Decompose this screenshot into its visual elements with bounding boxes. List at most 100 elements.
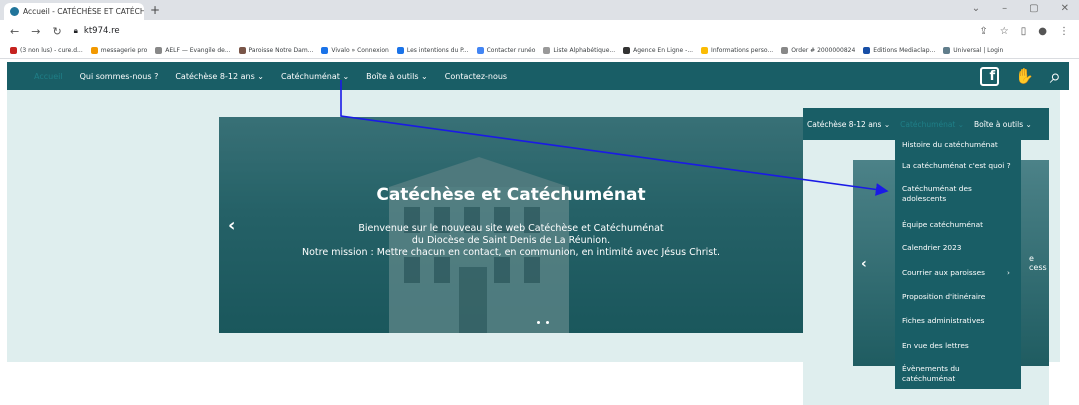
tab-title: Accueil - CATÉCHÈSE ET CATÉCH [23,7,144,16]
bookmark-item[interactable]: Contacter runéo [476,46,535,54]
forward-icon[interactable]: → [31,25,40,38]
donate-icon[interactable]: ✋ [1015,67,1034,85]
bookmark-icon [701,46,709,54]
bookmark-label: Les intentions du P... [406,46,469,54]
bookmark-icon [321,46,329,54]
dropdown-item-label: Équipe catéchuménat [902,220,984,229]
bookmark-icon [781,46,789,54]
menu-kebab-icon[interactable]: ⋮ [1059,26,1069,37]
address-bar-row: ← → ↻ 🔒︎ kt974.re ⇪ ☆ ▯ ● ⋮ [0,20,1079,42]
bookmark-label: Order # 2000000824 [791,46,856,54]
bookmark-icon [543,46,551,54]
close-window-icon[interactable]: ✕ [1061,3,1069,14]
bookmarks-bar: (3 non lus) - cure.d... messagerie pro AEL… [0,42,1079,59]
hero-title: Catéchèse et Catéchuménat [376,185,646,205]
bookmark-item[interactable]: messagerie pro [90,46,148,54]
bookmark-label: Agence En Ligne -... [633,46,694,54]
slider-dot[interactable] [546,321,549,324]
zoom-nav-item[interactable]: Catéchuménat ⌄ [900,120,964,129]
dropdown-item-label: La catéchuménat c'est quoi ? [902,161,1011,170]
wordpress-icon [10,7,19,16]
bookmark-icon [396,46,404,54]
nav-qui-sommes-nous[interactable]: Qui sommes-nous ? [80,72,159,81]
dropdown-item[interactable]: Fiches administratives [902,316,1014,326]
chevron-right-icon: › [1007,268,1010,277]
restore-icon[interactable]: ▢ [1029,3,1038,14]
nav-icons: f ✋ ⌕ [980,62,1061,90]
hero-slider: ‹ Catéchèse et Catéchuménat Bienvenue su… [219,117,803,333]
bookmark-item[interactable]: (3 non lus) - cure.d... [10,46,83,54]
window-controls: ⌄ – ▢ ✕ [972,3,1069,14]
bookmark-item[interactable]: Agence En Ligne -... [623,46,694,54]
nav-boite-a-outils[interactable]: Boîte à outils ⌄ [366,72,428,81]
dropdown-item[interactable]: Équipe catéchuménat [902,220,1014,230]
dropdown-item[interactable]: Proposition d'itinéraire [902,292,1014,302]
slider-dots [537,321,549,324]
chevron-down-icon[interactable]: ⌄ [972,3,980,14]
new-tab-button[interactable]: + [150,3,160,17]
star-icon[interactable]: ☆ [1000,26,1009,37]
browser-tab-bar: Accueil - CATÉCHÈSE ET CATÉCH ✕ + ⌄ – ▢ … [0,0,1079,20]
dropdown-item[interactable]: Évènements du catéchuménat [902,364,1014,384]
dropdown-item[interactable]: En vue des lettres [902,341,1014,351]
bookmark-item[interactable]: Order # 2000000824 [781,46,856,54]
omnibox[interactable]: 🔒︎ kt974.re [74,26,968,36]
hero-line: du Diocèse de Saint Denis de La Réunion. [411,235,611,246]
zoom-clipped-text: e cess [1029,254,1047,272]
bookmark-icon [476,46,484,54]
dropdown-item-label: Fiches administratives [902,316,985,325]
dropdown-item-label: Catéchuménat des adolescents [902,184,972,203]
bookmark-label: Informations perso... [711,46,774,54]
profile-icon[interactable]: ● [1038,26,1047,37]
dropdown-item-label: Calendrier 2023 [902,243,962,252]
search-icon[interactable]: ⌕ [1050,64,1061,88]
bookmark-label: messagerie pro [100,46,148,54]
dropdown-item[interactable]: Courrier aux paroisses › [902,268,1014,278]
bookmark-item[interactable]: Vivalo » Connexion [321,46,389,54]
bookmark-icon [623,46,631,54]
bookmark-item[interactable]: Informations perso... [701,46,774,54]
dropdown-item-label: Histoire du catéchuménat [902,140,998,149]
bookmark-label: Paroisse Notre Dam... [248,46,314,54]
nav-catechese[interactable]: Catéchèse 8-12 ans ⌄ [175,72,264,81]
nav-contactez-nous[interactable]: Contactez-nous [445,72,507,81]
bookmark-label: Vivalo » Connexion [331,46,389,54]
minimize-icon[interactable]: – [1002,3,1007,14]
browser-tab[interactable]: Accueil - CATÉCHÈSE ET CATÉCH ✕ [4,3,144,20]
bookmark-item[interactable]: Liste Alphabétique... [543,46,615,54]
bookmark-item[interactable]: Paroisse Notre Dam... [238,46,314,54]
catechumenat-dropdown: Histoire du catéchuménat La catéchuménat … [895,136,1021,389]
zoom-nav-item[interactable]: Catéchèse 8-12 ans ⌄ [807,120,890,129]
share-icon[interactable]: ⇪ [979,26,987,37]
back-icon[interactable]: ← [10,25,19,38]
reload-icon[interactable]: ↻ [52,25,61,38]
bookmark-label: (3 non lus) - cure.d... [20,46,83,54]
bookmark-icon [10,46,17,54]
slider-dot[interactable] [537,321,540,324]
bookmark-label: AELF — Evangile de... [165,46,231,54]
dropdown-item[interactable]: Calendrier 2023 [902,243,1014,253]
dropdown-item[interactable]: Histoire du catéchuménat [902,140,1014,150]
facebook-icon[interactable]: f [980,66,1000,86]
site-navigation: Accueil Qui sommes-nous ? Catéchèse 8-12 a… [7,62,1069,90]
bookmark-item[interactable]: Editions Mediaclap... [863,46,936,54]
bookmark-item[interactable]: AELF — Evangile de... [155,46,231,54]
bookmark-icon [863,46,871,54]
bookmark-item[interactable]: Les intentions du P... [396,46,469,54]
bookmark-icon [943,46,951,54]
bookmark-item[interactable]: Universal | Login [943,46,1003,54]
dropdown-item[interactable]: Catéchuménat des adolescents [902,184,1014,204]
side-panel-icon[interactable]: ▯ [1021,26,1027,37]
dropdown-item-label: En vue des lettres [902,341,969,350]
zoom-prev-button[interactable]: ‹ [861,256,867,272]
bookmark-icon [238,46,246,54]
hero-line: Bienvenue sur le nouveau site web Catéch… [358,223,664,234]
zoom-nav-item[interactable]: Boîte à outils ⌄ [974,120,1032,129]
bookmark-icon [90,46,98,54]
hero-line: Notre mission : Mettre chacun en contact… [302,247,720,258]
lock-icon: 🔒︎ [73,26,78,35]
bookmark-label: Editions Mediaclap... [873,46,936,54]
nav-accueil[interactable]: Accueil [34,72,63,81]
nav-catechumenat[interactable]: Catéchuménat ⌄ [281,72,349,81]
dropdown-item[interactable]: La catéchuménat c'est quoi ? [902,161,1014,171]
